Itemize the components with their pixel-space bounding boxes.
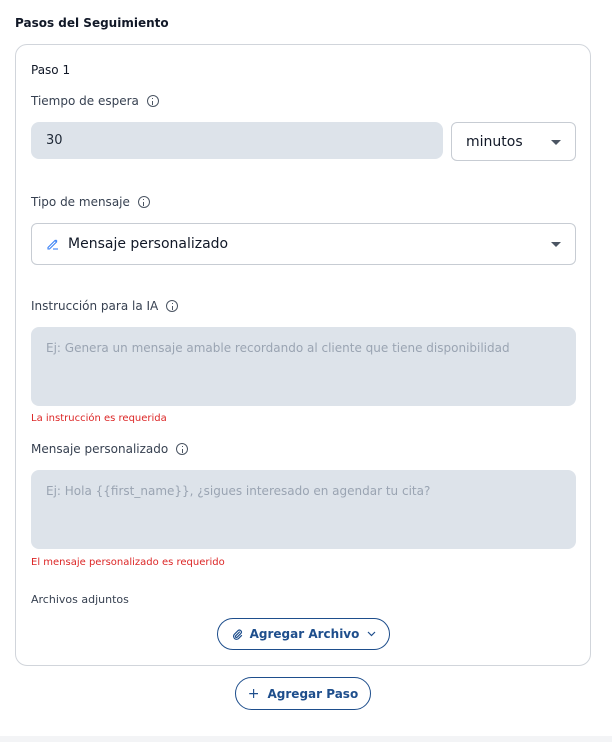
- add-file-button[interactable]: Agregar Archivo: [217, 618, 390, 650]
- wait-time-label-text: Tiempo de espera: [31, 94, 139, 108]
- custom-message-label: Mensaje personalizado: [31, 442, 189, 456]
- edit-icon: [46, 237, 60, 251]
- message-type-label-text: Tipo de mensaje: [31, 195, 130, 209]
- paperclip-icon: [231, 628, 243, 640]
- info-icon[interactable]: [137, 196, 150, 208]
- wait-time-input[interactable]: 30: [31, 122, 443, 159]
- page-footer-strip: [0, 736, 612, 742]
- info-icon[interactable]: [146, 95, 159, 107]
- add-step-label: Agregar Paso: [267, 686, 359, 701]
- info-icon[interactable]: [176, 443, 189, 455]
- custom-message-error: El mensaje personalizado es requerido: [31, 557, 225, 568]
- chevron-down-icon: [551, 242, 561, 247]
- ai-instruction-label: Instrucción para la IA: [31, 299, 179, 313]
- info-icon[interactable]: [166, 300, 179, 312]
- plus-icon: +: [247, 685, 260, 702]
- custom-message-textarea[interactable]: Ej: Hola {{first_name}}, ¿sigues interes…: [31, 470, 576, 549]
- wait-time-label: Tiempo de espera: [31, 94, 159, 108]
- section-title: Pasos del Seguimiento: [15, 16, 169, 30]
- ai-instruction-label-text: Instrucción para la IA: [31, 299, 159, 313]
- add-file-label: Agregar Archivo: [249, 627, 360, 641]
- attachments-label: Archivos adjuntos: [31, 593, 129, 606]
- message-type-value: Mensaje personalizado: [68, 236, 229, 252]
- chevron-down-icon: [367, 631, 376, 637]
- add-step-button[interactable]: + Agregar Paso: [235, 677, 371, 710]
- ai-instruction-textarea[interactable]: Ej: Genera un mensaje amable recordando …: [31, 327, 576, 406]
- wait-time-unit-value: minutos: [466, 133, 523, 150]
- step-title: Paso 1: [31, 63, 71, 77]
- wait-time-unit-select[interactable]: minutos: [451, 122, 576, 161]
- chevron-down-icon: [551, 139, 561, 145]
- step-card: Paso 1 Tiempo de espera 30 minutos Tipo …: [15, 44, 591, 666]
- message-type-select[interactable]: Mensaje personalizado: [31, 223, 576, 265]
- ai-instruction-error: La instrucción es requerida: [31, 413, 167, 424]
- custom-message-label-text: Mensaje personalizado: [31, 442, 169, 456]
- message-type-label: Tipo de mensaje: [31, 195, 150, 209]
